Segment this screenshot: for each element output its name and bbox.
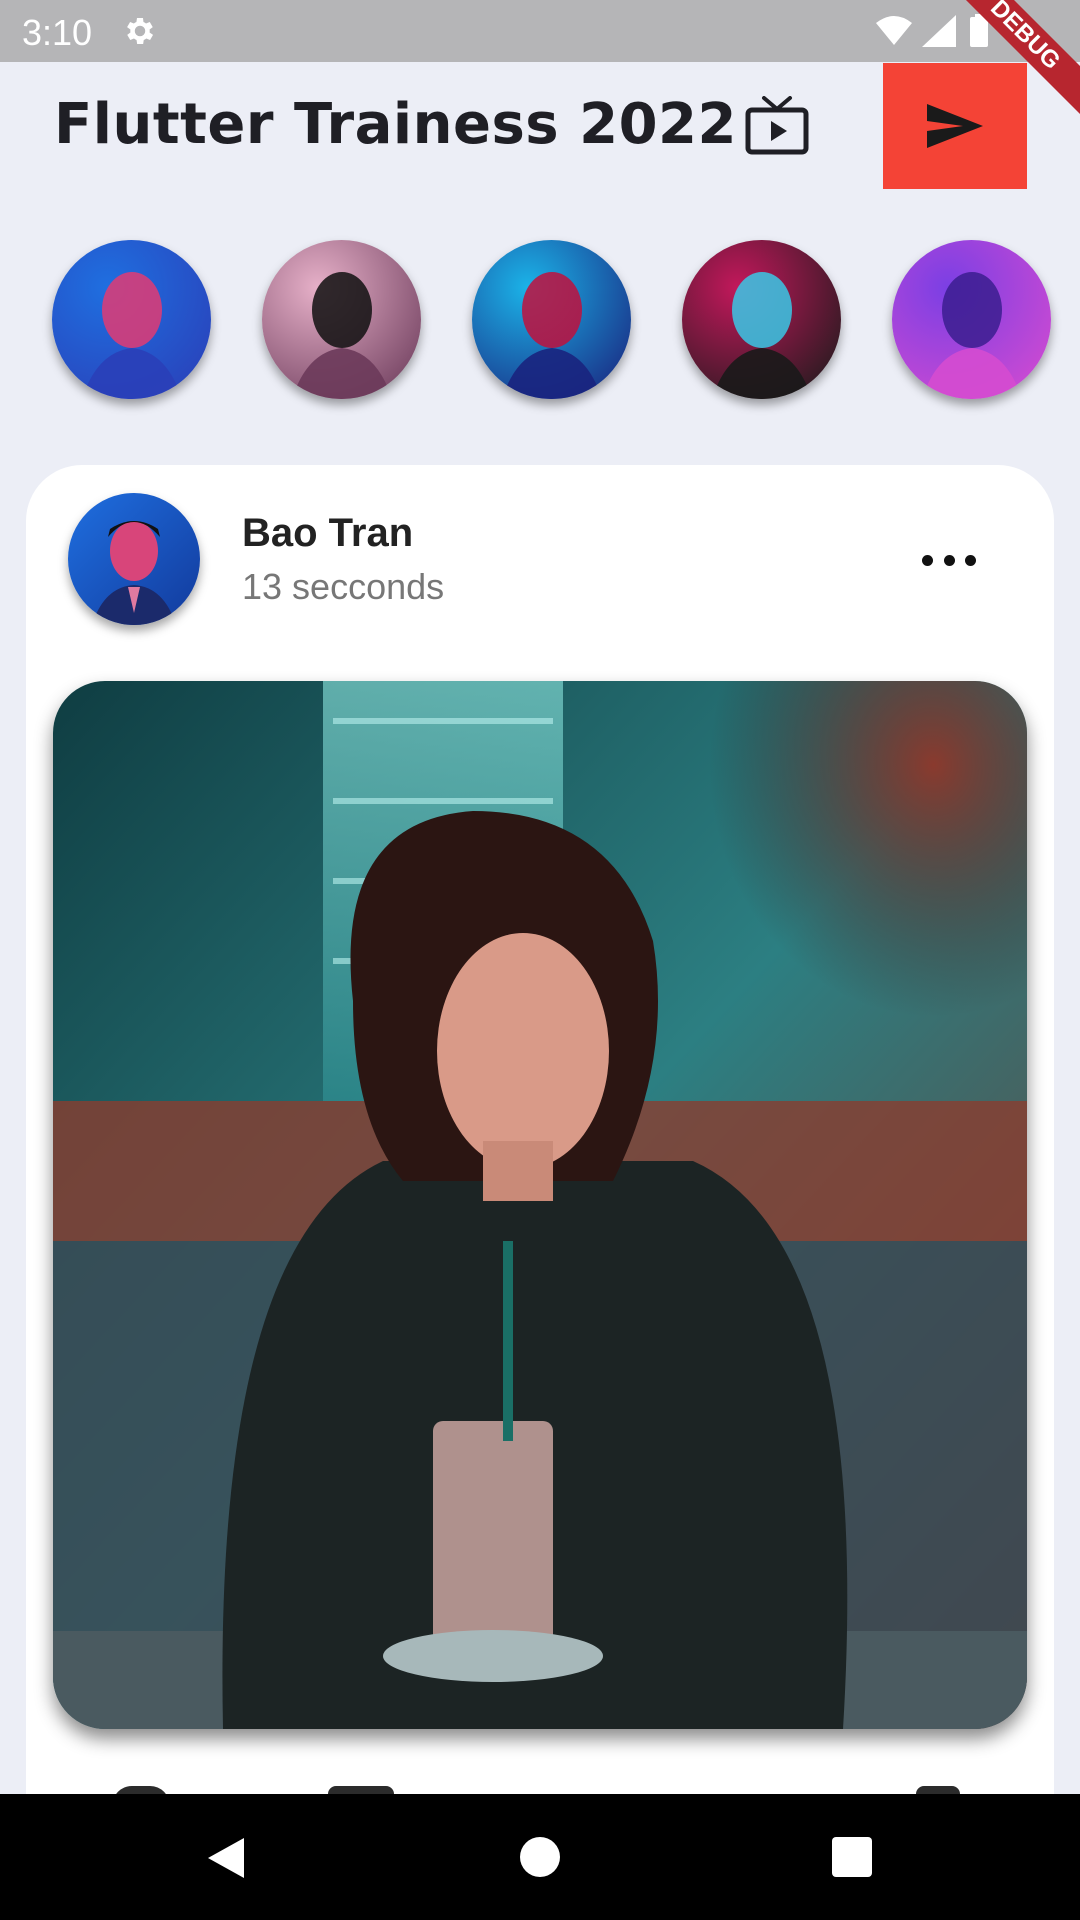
recent-apps-icon[interactable] xyxy=(832,1837,872,1877)
post-author[interactable]: Bao Tran xyxy=(242,511,413,556)
post-time: 13 secconds xyxy=(242,566,445,607)
story-3[interactable] xyxy=(472,240,631,399)
send-button[interactable] xyxy=(883,63,1027,189)
status-bar: 3:10 DEBUG xyxy=(0,0,1080,115)
story-5[interactable] xyxy=(892,240,1051,399)
story-4[interactable] xyxy=(682,240,841,399)
post-image[interactable] xyxy=(53,681,1027,1729)
signal-icon xyxy=(922,15,956,47)
more-icon[interactable] xyxy=(922,540,976,580)
story-1[interactable] xyxy=(52,240,211,399)
screen: 3:10 DEBUG Flutter Trainess 2022 Bao Tra… xyxy=(0,0,1080,1920)
avatar[interactable] xyxy=(68,493,200,625)
back-icon[interactable] xyxy=(206,1836,246,1880)
status-time: 3:10 xyxy=(22,12,93,53)
tv-icon[interactable] xyxy=(744,96,812,156)
gear-icon xyxy=(127,17,154,45)
battery-icon xyxy=(970,17,988,47)
send-icon xyxy=(927,104,983,148)
page-title: Flutter Trainess 2022 xyxy=(54,92,737,157)
wifi-icon xyxy=(876,16,912,45)
story-2[interactable] xyxy=(262,240,421,399)
home-icon[interactable] xyxy=(520,1837,560,1877)
